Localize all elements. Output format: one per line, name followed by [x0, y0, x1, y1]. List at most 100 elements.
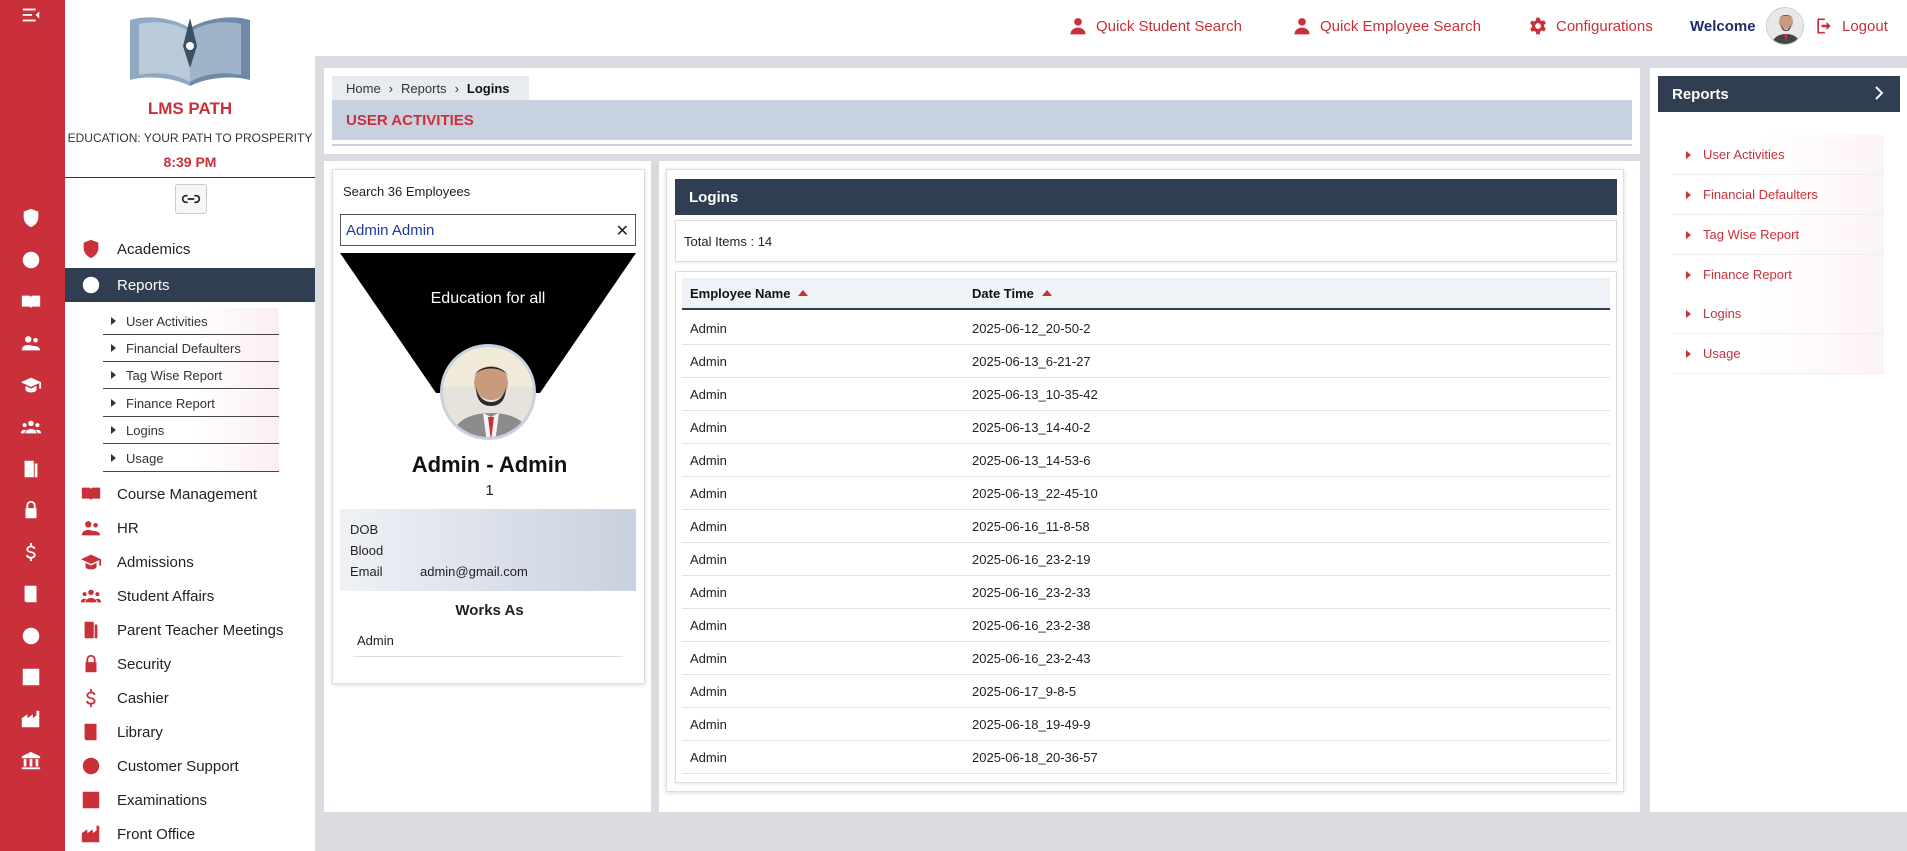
table-row[interactable]: Admin 2025-06-13_10-35-42 — [682, 378, 1610, 411]
reports-link-label: Usage — [1703, 346, 1741, 361]
graduation-cap-icon[interactable] — [19, 373, 43, 397]
table-row[interactable]: Admin 2025-06-18_19-49-9 — [682, 708, 1610, 741]
checklist-icon[interactable] — [19, 665, 43, 689]
caret-right-icon — [1686, 309, 1691, 318]
sidebar-item-security[interactable]: Security — [65, 647, 315, 681]
menu-toggle-icon[interactable] — [19, 3, 43, 27]
shield-alert-icon[interactable] — [19, 206, 43, 230]
breadcrumb-home[interactable]: Home — [346, 81, 381, 96]
sidebar-item-examinations[interactable]: Examinations — [65, 783, 315, 817]
cell-employee-name: Admin — [690, 420, 727, 435]
sidebar-item-student-affairs[interactable]: Student Affairs — [65, 579, 315, 613]
table-row[interactable]: Admin 2025-06-18_20-36-57 — [682, 741, 1610, 774]
icon-rail — [0, 0, 65, 851]
reports-panel-header[interactable]: Reports — [1658, 76, 1900, 112]
table-row[interactable]: Admin 2025-06-16_11-8-58 — [682, 510, 1610, 543]
reports-link-finance-report[interactable]: Finance Report — [1672, 255, 1884, 295]
sidebar-item-cashier[interactable]: Cashier — [65, 681, 315, 715]
welcome-text: Welcome — [1690, 18, 1756, 35]
cell-employee-name: Admin — [690, 354, 727, 369]
sidebar-item-label: Reports — [117, 276, 170, 294]
user-avatar[interactable] — [1766, 7, 1804, 45]
quick-employee-search-link[interactable]: Quick Employee Search — [1292, 16, 1481, 36]
cell-employee-name: Admin — [690, 387, 727, 402]
table-row[interactable]: Admin 2025-06-16_23-2-33 — [682, 576, 1610, 609]
sidebar-item-admissions[interactable]: Admissions — [65, 545, 315, 579]
configurations-link[interactable]: Configurations — [1528, 16, 1653, 36]
brand-tagline: EDUCATION: YOUR PATH TO PROSPERITY — [67, 131, 313, 145]
reports-link-logins[interactable]: Logins — [1672, 294, 1884, 334]
reports-link-financial-defaulters[interactable]: Financial Defaulters — [1672, 175, 1884, 215]
sidebar-item-customer-support[interactable]: Customer Support — [65, 749, 315, 783]
cell-employee-name: Admin — [690, 552, 727, 567]
table-row[interactable]: Admin 2025-06-17_9-8-5 — [682, 675, 1610, 708]
book-open-icon[interactable] — [19, 290, 43, 314]
employee-search-input[interactable]: Admin Admin ✕ — [340, 214, 636, 246]
cell-date-time: 2025-06-13_22-45-10 — [972, 486, 1098, 501]
clear-icon[interactable]: ✕ — [616, 221, 629, 241]
table-row[interactable]: Admin 2025-06-16_23-2-19 — [682, 543, 1610, 576]
sidebar-item-course-management[interactable]: Course Management — [65, 477, 315, 511]
table-row[interactable]: Admin 2025-06-13_6-21-27 — [682, 345, 1610, 378]
sidebar-subitem-financial-defaulters[interactable]: Financial Defaulters — [103, 335, 279, 362]
door-icon[interactable] — [19, 457, 43, 481]
book-icon[interactable] — [19, 582, 43, 606]
logins-title: Logins — [675, 179, 1617, 215]
checklist-icon — [79, 788, 103, 812]
dollar-icon — [79, 686, 103, 710]
group-icon[interactable] — [19, 415, 43, 439]
reports-panel-title: Reports — [1672, 85, 1729, 103]
sidebar-item-library[interactable]: Library — [65, 715, 315, 749]
cell-date-time: 2025-06-13_14-53-6 — [972, 453, 1091, 468]
sidebar-subitem-label: Logins — [126, 422, 165, 438]
alert-circle-icon[interactable] — [19, 624, 43, 648]
table-row[interactable]: Admin 2025-06-13_22-45-10 — [682, 477, 1610, 510]
table-row[interactable]: Admin 2025-06-12_20-50-2 — [682, 312, 1610, 345]
panel-divider — [651, 161, 659, 812]
sidebar-item-front-office[interactable]: Front Office — [65, 817, 315, 851]
users-icon — [79, 516, 103, 540]
sidebar-item-label: Admissions — [117, 553, 194, 571]
users-icon[interactable] — [19, 331, 43, 355]
sidebar-item-reports[interactable]: Reports — [65, 268, 315, 302]
dollar-icon[interactable] — [19, 540, 43, 564]
sidebar-item-hr[interactable]: HR — [65, 511, 315, 545]
table-row[interactable]: Admin 2025-06-16_23-2-38 — [682, 609, 1610, 642]
graduation-cap-icon — [79, 550, 103, 574]
sidebar-item-academics[interactable]: Academics — [65, 232, 315, 266]
sidebar-subitem-finance-report[interactable]: Finance Report — [103, 390, 279, 417]
sidebar-subitem-logins[interactable]: Logins — [103, 417, 279, 444]
reports-link-user-activities[interactable]: User Activities — [1672, 135, 1884, 175]
cell-date-time: 2025-06-16_23-2-33 — [972, 585, 1091, 600]
shield-alert-icon — [79, 237, 103, 261]
table-row[interactable]: Admin 2025-06-13_14-53-6 — [682, 444, 1610, 477]
logout-icon — [1817, 18, 1831, 34]
caret-right-icon — [111, 454, 116, 462]
table-row[interactable]: Admin 2025-06-16_23-2-43 — [682, 642, 1610, 675]
column-date-time[interactable]: Date Time — [972, 286, 1052, 301]
cell-employee-name: Admin — [690, 321, 727, 336]
breadcrumb-reports[interactable]: Reports — [401, 81, 447, 96]
building-icon[interactable] — [19, 707, 43, 731]
logout-link[interactable]: Logout — [1814, 16, 1888, 36]
sidebar-item-parent-teacher-meetings[interactable]: Parent Teacher Meetings — [65, 613, 315, 647]
sidebar-subitem-user-activities[interactable]: User Activities — [103, 308, 279, 335]
reports-link-usage[interactable]: Usage — [1672, 334, 1884, 374]
caret-right-icon — [111, 344, 116, 352]
employee-details: DOB Blood Email admin@gmail.com — [340, 509, 636, 591]
alert-circle-icon[interactable] — [19, 248, 43, 272]
lock-icon[interactable] — [19, 498, 43, 522]
sidebar-subitem-tag-wise-report[interactable]: Tag Wise Report — [103, 362, 279, 389]
quick-student-search-link[interactable]: Quick Student Search — [1068, 16, 1242, 36]
cell-date-time: 2025-06-13_10-35-42 — [972, 387, 1098, 402]
column-employee-name[interactable]: Employee Name — [690, 286, 809, 301]
bank-icon[interactable] — [19, 749, 43, 773]
link-button[interactable] — [175, 184, 207, 214]
chevron-right-icon — [1875, 86, 1884, 100]
reports-link-label: Finance Report — [1703, 267, 1792, 282]
reports-link-tag-wise-report[interactable]: Tag Wise Report — [1672, 215, 1884, 255]
sidebar-subitem-usage[interactable]: Usage — [103, 445, 279, 472]
employee-id: 1 — [485, 482, 494, 499]
table-row[interactable]: Admin 2025-06-13_14-40-2 — [682, 411, 1610, 444]
user-icon — [1070, 18, 1086, 35]
